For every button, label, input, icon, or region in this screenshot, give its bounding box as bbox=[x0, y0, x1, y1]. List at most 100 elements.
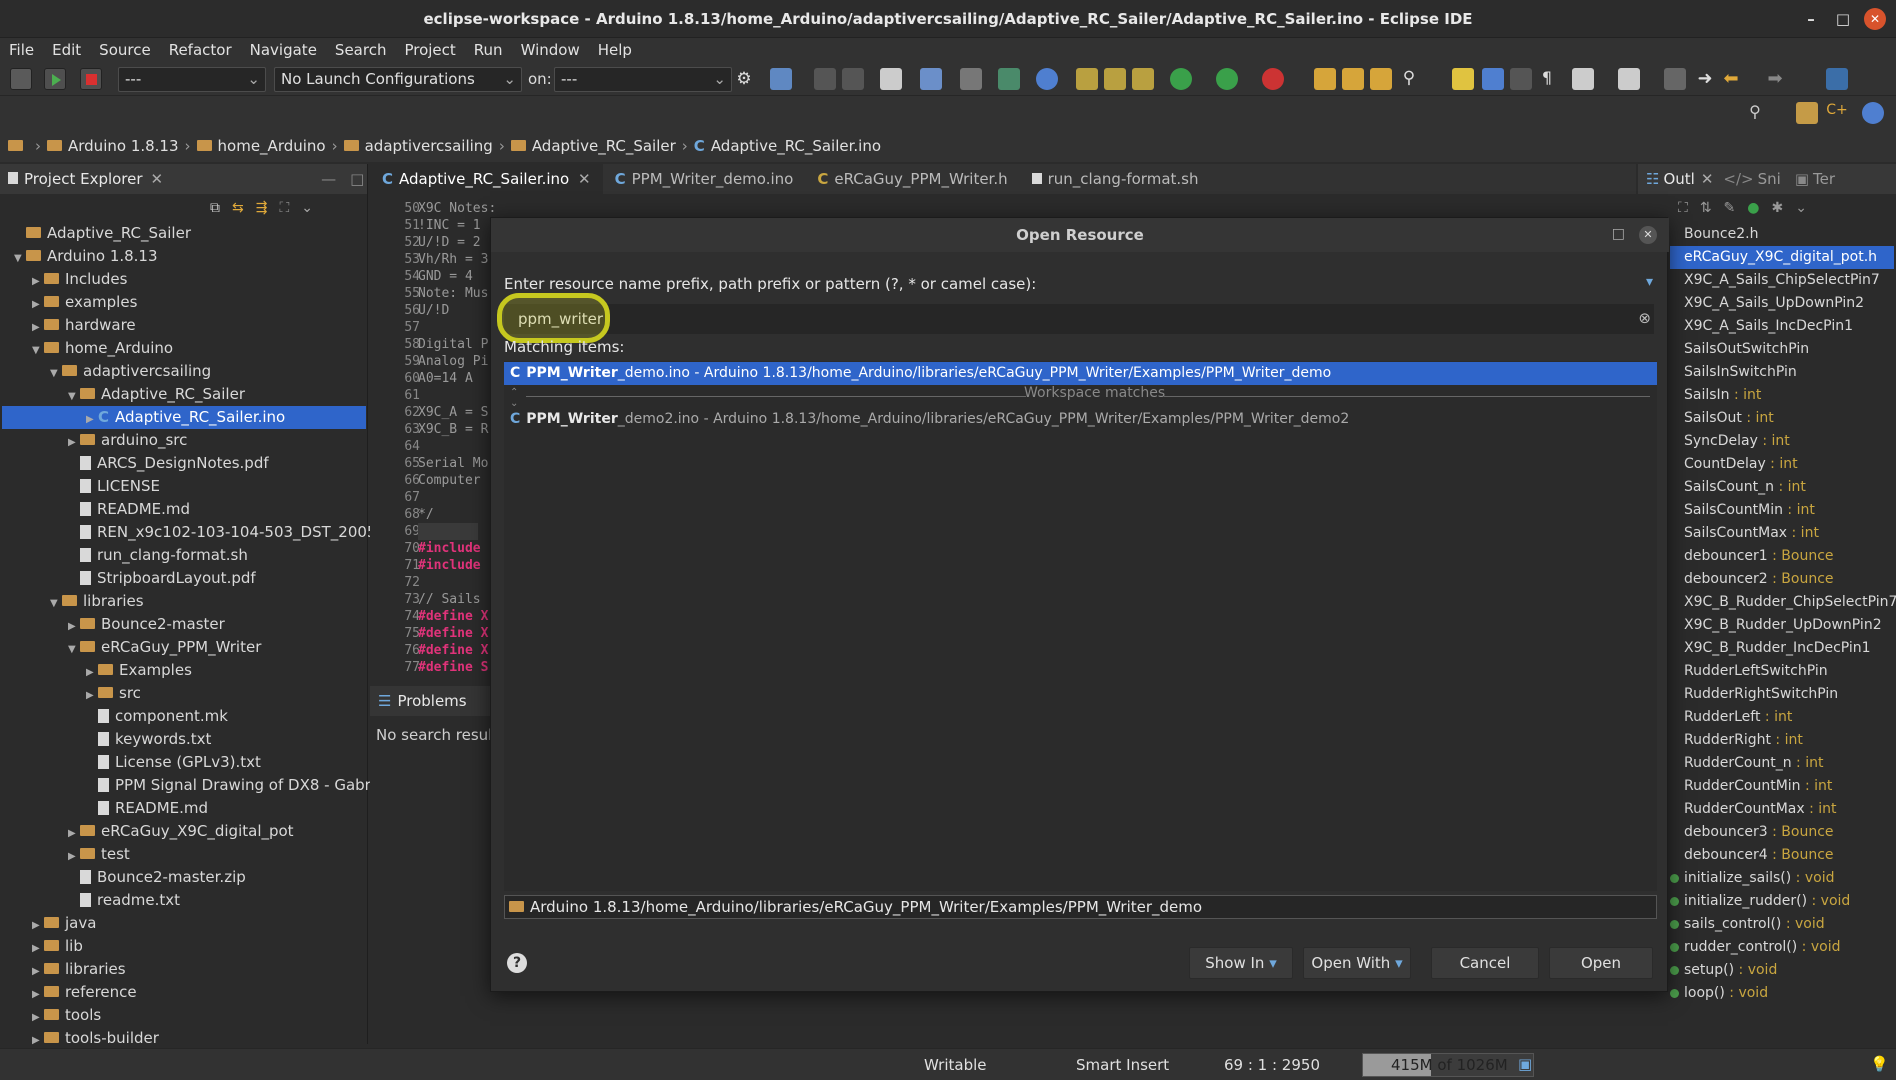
breadcrumb-item[interactable]: Adaptive_RC_Sailer.ino bbox=[711, 137, 881, 155]
gear-icon[interactable]: ⚙ bbox=[733, 68, 755, 90]
expand-toggle-icon[interactable]: ▶ bbox=[68, 431, 80, 454]
outline-item[interactable]: CountDelay : int bbox=[1684, 453, 1798, 476]
outline-item[interactable]: RudderRightSwitchPin bbox=[1684, 683, 1838, 706]
outline-item[interactable]: X9C_A_Sails_UpDownPin2 bbox=[1684, 292, 1864, 315]
tree-item[interactable]: License (GPLv3).txt bbox=[86, 751, 261, 774]
tree-item[interactable]: ▶ Includes bbox=[32, 268, 127, 291]
tree-item[interactable]: component.mk bbox=[86, 705, 228, 728]
build-icon[interactable] bbox=[10, 68, 32, 90]
expand-toggle-icon[interactable]: ▶ bbox=[32, 316, 44, 339]
hide-static-icon[interactable]: ● bbox=[1747, 200, 1759, 216]
outline-item[interactable]: RudderLeft : int bbox=[1684, 706, 1792, 729]
outline-item[interactable]: eRCaGuy_X9C_digital_pot.h bbox=[1670, 246, 1894, 269]
outline-item[interactable]: SailsInSwitchPin bbox=[1684, 361, 1797, 384]
maximize-button[interactable]: □ bbox=[1832, 8, 1854, 30]
expand-toggle-icon[interactable]: ▶ bbox=[68, 822, 80, 845]
open-perspective-icon[interactable] bbox=[1796, 102, 1818, 124]
outline-item[interactable]: X9C_B_Rudder_IncDecPin1 bbox=[1684, 637, 1871, 660]
external-tools-icon[interactable] bbox=[1262, 68, 1284, 90]
gc-icon[interactable]: ▣ bbox=[1518, 1055, 1532, 1073]
outline-item[interactable]: RudderCount_n : int bbox=[1684, 752, 1823, 775]
menu-refactor[interactable]: Refactor bbox=[160, 41, 241, 59]
expand-toggle-icon[interactable]: ▼ bbox=[50, 592, 62, 615]
minimize-view-icon[interactable]: — bbox=[321, 170, 336, 188]
list-item[interactable]: C PPM_Writer_demo2.ino - Arduino 1.8.13/h… bbox=[504, 408, 1657, 431]
forward-icon[interactable]: ⇶ bbox=[256, 200, 268, 216]
resource-search-input[interactable] bbox=[504, 304, 1654, 334]
expand-toggle-icon[interactable]: ▼ bbox=[68, 638, 80, 661]
pilcrow-icon[interactable]: ¶ bbox=[1536, 68, 1558, 90]
breadcrumb-item[interactable]: Arduino 1.8.13 bbox=[68, 137, 179, 155]
expand-toggle-icon[interactable]: ▼ bbox=[14, 247, 26, 270]
skip-breakpoints-icon[interactable] bbox=[960, 68, 982, 90]
tree-item[interactable]: ▶ examples bbox=[32, 291, 137, 314]
new-class-icon[interactable] bbox=[1104, 68, 1126, 90]
connect-icon[interactable] bbox=[998, 68, 1020, 90]
outline-item[interactable]: X9C_B_Rudder_UpDownPin2 bbox=[1684, 614, 1882, 637]
tree-item[interactable]: ▶ src bbox=[86, 682, 141, 705]
menu-search[interactable]: Search bbox=[326, 41, 396, 59]
run-icon[interactable] bbox=[1216, 68, 1238, 90]
tree-item[interactable]: REN_x9c102-103-104-503_DST_20050310 bbox=[68, 521, 415, 544]
outline-item[interactable]: loop() : void bbox=[1670, 982, 1768, 1005]
tab-ppm-writer-demo[interactable]: C PPM_Writer_demo.ino bbox=[603, 164, 806, 194]
tree-item[interactable]: ▼ home_Arduino bbox=[32, 337, 173, 360]
tree-item[interactable]: ARCS_DesignNotes.pdf bbox=[68, 452, 269, 475]
outline-item[interactable]: rudder_control() : void bbox=[1670, 936, 1840, 959]
tree-item[interactable]: README.md bbox=[68, 498, 190, 521]
perspective-icon[interactable] bbox=[1826, 68, 1848, 90]
outline-item[interactable]: debouncer1 : Bounce bbox=[1684, 545, 1834, 568]
outline-item[interactable]: SailsIn : int bbox=[1684, 384, 1761, 407]
tip-icon[interactable]: 💡 bbox=[1870, 1055, 1889, 1073]
list-item[interactable]: C PPM_Writer_demo.ino - Arduino 1.8.13/ho… bbox=[504, 362, 1657, 385]
new-project-icon[interactable] bbox=[1076, 68, 1098, 90]
tree-item[interactable]: ▶ tools-builder bbox=[32, 1027, 159, 1050]
collapse-icon[interactable]: ⛶ bbox=[1678, 200, 1688, 216]
breadcrumb-item[interactable]: home_Arduino bbox=[218, 137, 326, 155]
tree-item[interactable]: LICENSE bbox=[68, 475, 160, 498]
maximize-view-icon[interactable]: □ bbox=[350, 170, 364, 188]
expand-toggle-icon[interactable]: ▶ bbox=[68, 615, 80, 638]
heap-status[interactable]: 415M of 1026M bbox=[1362, 1053, 1534, 1077]
close-icon[interactable]: ✕ bbox=[151, 170, 164, 188]
hide-fields-icon[interactable]: ✎ bbox=[1724, 200, 1736, 216]
outline-item[interactable]: SyncDelay : int bbox=[1684, 430, 1790, 453]
open-type-icon[interactable] bbox=[1314, 68, 1336, 90]
open-button[interactable]: Open bbox=[1549, 947, 1653, 979]
tree-item[interactable]: README.md bbox=[86, 797, 208, 820]
menu-edit[interactable]: Edit bbox=[43, 41, 90, 59]
expand-toggle-icon[interactable]: ▶ bbox=[32, 293, 44, 316]
outline-item[interactable]: debouncer2 : Bounce bbox=[1684, 568, 1834, 591]
outline-item[interactable]: RudderRight : int bbox=[1684, 729, 1803, 752]
show-in-button[interactable]: Show In ▾ bbox=[1189, 947, 1293, 979]
web-perspective-icon[interactable] bbox=[1862, 102, 1884, 124]
expand-toggle-icon[interactable]: ▶ bbox=[68, 845, 80, 868]
outline-item[interactable]: setup() : void bbox=[1670, 959, 1777, 982]
tree-item[interactable]: ▶ tools bbox=[32, 1004, 101, 1027]
globe-icon[interactable] bbox=[1036, 68, 1058, 90]
search-icon[interactable]: ⚲ bbox=[1398, 68, 1420, 90]
open-task-icon[interactable] bbox=[1342, 68, 1364, 90]
tree-item[interactable]: ▶ hardware bbox=[32, 314, 136, 337]
outline-item[interactable]: RudderCountMin : int bbox=[1684, 775, 1832, 798]
breadcrumb-item[interactable]: adaptivercsailing bbox=[365, 137, 493, 155]
view-menu-icon[interactable]: ⌄ bbox=[301, 200, 313, 216]
outline-item[interactable]: X9C_B_Rudder_ChipSelectPin7 bbox=[1684, 591, 1896, 614]
word-wrap-icon[interactable] bbox=[1482, 68, 1504, 90]
expand-toggle-icon[interactable]: ▶ bbox=[32, 983, 44, 1006]
save-all-icon[interactable] bbox=[842, 68, 864, 90]
tree-item[interactable]: readme.txt bbox=[68, 889, 180, 912]
outline-item[interactable]: initialize_sails() : void bbox=[1670, 867, 1834, 890]
expand-toggle-icon[interactable]: ▼ bbox=[32, 339, 44, 362]
tab-run-clang-format[interactable]: run_clang-format.sh bbox=[1020, 164, 1211, 194]
tree-item[interactable]: ▶ arduino_src bbox=[68, 429, 187, 452]
new-icon[interactable] bbox=[770, 68, 792, 90]
debug-icon[interactable] bbox=[1170, 68, 1192, 90]
outline-item[interactable]: SailsCountMax : int bbox=[1684, 522, 1819, 545]
outline-item[interactable]: RudderLeftSwitchPin bbox=[1684, 660, 1828, 683]
focus-icon[interactable]: ⛶ bbox=[279, 200, 289, 216]
tab-outline[interactable]: Outl bbox=[1663, 170, 1694, 188]
collapse-all-icon[interactable]: ⧉ bbox=[210, 200, 220, 216]
tree-item[interactable]: ▶ Examples bbox=[86, 659, 192, 682]
back-icon[interactable]: ⬅ bbox=[1720, 68, 1742, 90]
